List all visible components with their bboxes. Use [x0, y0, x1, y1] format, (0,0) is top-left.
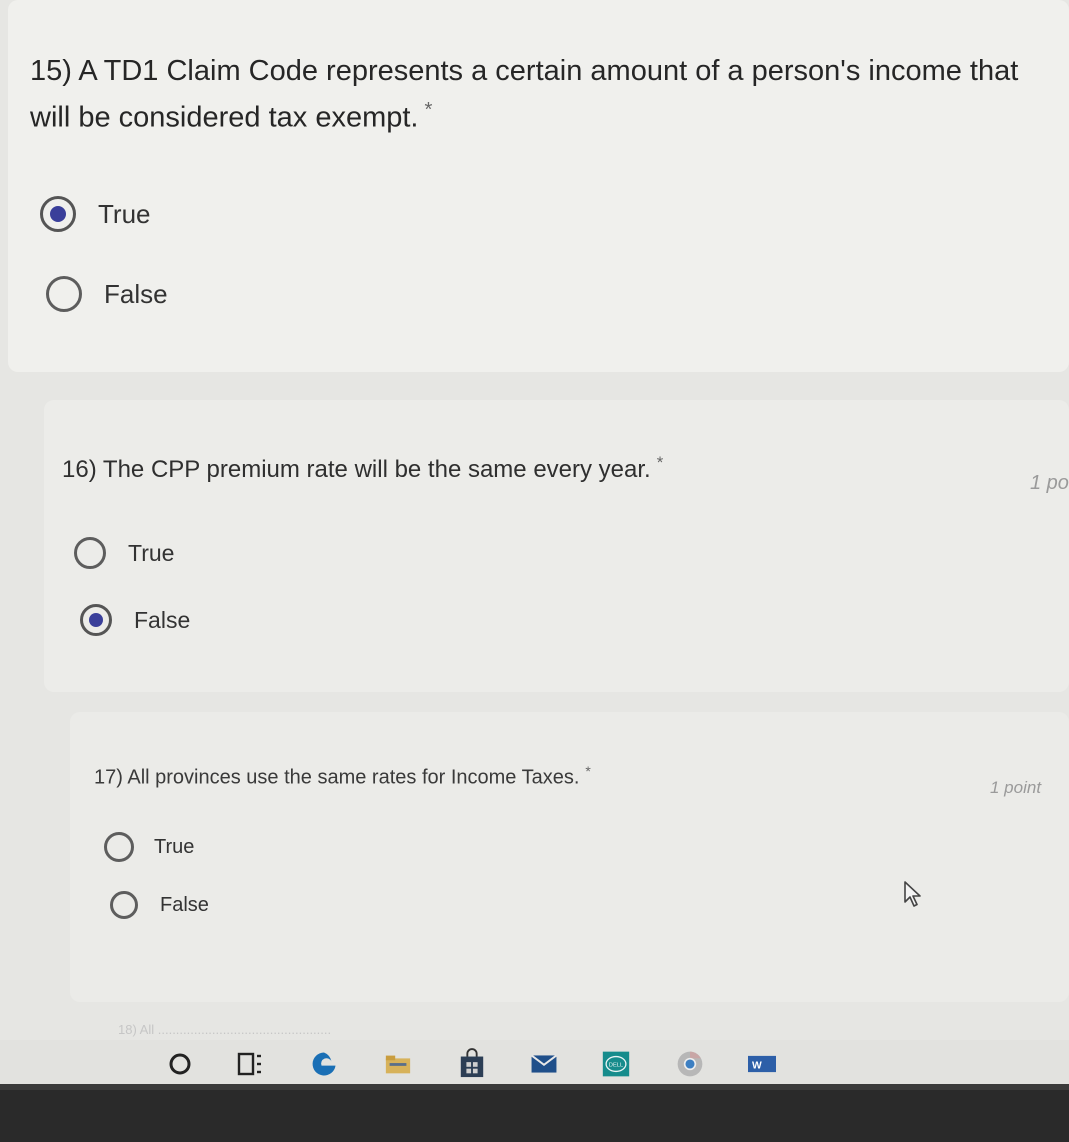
option-label: False: [104, 278, 168, 309]
question-text: 16) The CPP premium rate will be the sam…: [62, 456, 651, 483]
dell-logo-text: DELL: [609, 1062, 623, 1068]
question-text: 15) A TD1 Claim Code represents a certai…: [30, 55, 1019, 135]
dell-icon[interactable]: DELL: [602, 1050, 630, 1078]
question-title-17: 17) All provinces use the same rates for…: [94, 760, 814, 794]
option-label: False: [160, 893, 209, 916]
option-label: True: [128, 539, 175, 566]
mail-icon[interactable]: [530, 1050, 558, 1078]
option-label: True: [98, 198, 151, 229]
question-title-16: 16) The CPP premium rate will be the sam…: [62, 450, 822, 489]
option-label: False: [134, 606, 191, 633]
radio-button-checked[interactable]: [80, 604, 112, 636]
required-asterisk: *: [424, 99, 433, 122]
cortana-search-icon[interactable]: [166, 1050, 194, 1078]
radio-button-checked[interactable]: [40, 196, 76, 232]
question-card-16: [44, 400, 1069, 692]
radio-option-17-true[interactable]: True: [104, 832, 194, 862]
mouse-cursor-icon: [904, 881, 921, 907]
question-text: 17) All provinces use the same rates for…: [94, 766, 580, 789]
question-card-17: [70, 712, 1069, 1002]
word-logo-letter: W: [752, 1060, 762, 1071]
required-asterisk: *: [585, 763, 591, 779]
option-label: True: [154, 835, 195, 858]
task-view-icon[interactable]: [236, 1050, 264, 1078]
chrome-icon[interactable]: [676, 1050, 704, 1078]
monitor-bezel: [0, 1084, 1069, 1142]
next-question-partial: 18) All ................................…: [118, 1022, 332, 1037]
radio-option-15-false[interactable]: False: [46, 276, 168, 312]
file-explorer-icon[interactable]: [384, 1050, 412, 1078]
radio-button[interactable]: [46, 276, 82, 312]
radio-option-16-false[interactable]: False: [80, 604, 190, 636]
radio-option-16-true[interactable]: True: [74, 537, 174, 569]
radio-option-15-true[interactable]: True: [40, 196, 151, 232]
radio-button[interactable]: [110, 891, 138, 919]
required-asterisk: *: [656, 453, 664, 472]
store-icon[interactable]: [458, 1048, 486, 1078]
radio-button[interactable]: [104, 832, 134, 862]
question-title-15: 15) A TD1 Claim Code represents a certai…: [30, 48, 1020, 141]
word-icon[interactable]: W: [748, 1050, 776, 1078]
points-label-16: 1 po: [1030, 472, 1069, 494]
radio-button[interactable]: [74, 537, 106, 569]
points-label-17: 1 point: [990, 778, 1042, 797]
radio-option-17-false[interactable]: False: [110, 891, 209, 919]
edge-icon[interactable]: [310, 1050, 338, 1078]
